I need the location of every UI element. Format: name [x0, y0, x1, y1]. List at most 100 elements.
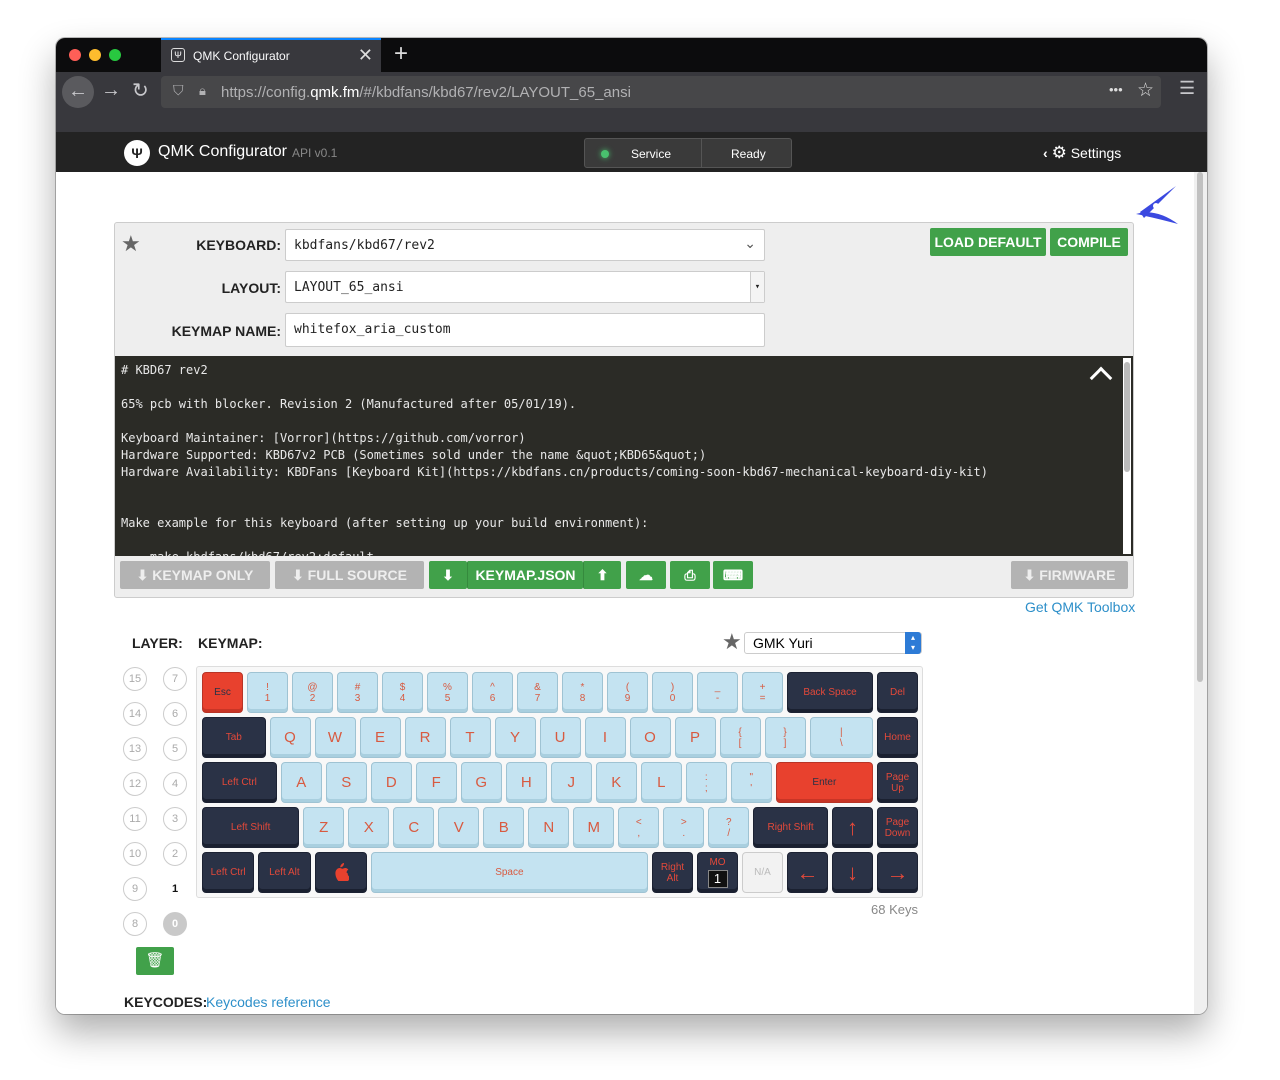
key-b-3-5[interactable]: B	[483, 807, 525, 848]
hamburger-menu-icon[interactable]: ☰	[1179, 78, 1195, 99]
key-e-1-3[interactable]: E	[359, 717, 401, 758]
import-keymap-json-button[interactable]: ⬆	[583, 561, 621, 589]
bookmark-star-icon[interactable]: ☆	[1137, 79, 1154, 102]
key--1-11[interactable]: {[	[719, 717, 761, 758]
compile-button[interactable]: COMPILE	[1050, 228, 1128, 256]
key-o-1-9[interactable]: O	[629, 717, 671, 758]
key--1-12[interactable]: }]	[764, 717, 806, 758]
key--0-12[interactable]: + =	[742, 672, 783, 713]
layer-2-button[interactable]: 2	[163, 842, 187, 866]
tab-qmk-configurator[interactable]: Ψ QMK Configurator ✕	[161, 38, 381, 72]
key-p-1-10[interactable]: P	[674, 717, 716, 758]
key-h-2-6[interactable]: H	[505, 762, 547, 803]
key-right-shift-3-11[interactable]: Right Shift	[753, 807, 828, 848]
key-q-1-1[interactable]: Q	[269, 717, 311, 758]
key-back-space-0-13[interactable]: Back Space	[787, 672, 873, 713]
page-scrollbar-thumb[interactable]	[1197, 172, 1203, 682]
key--4-9[interactable]: →	[877, 852, 918, 893]
clear-layer-trash-button[interactable]: 🗑︎	[136, 947, 174, 975]
key--3-12[interactable]: ↑	[832, 807, 873, 848]
key-5-0-5[interactable]: % 5	[427, 672, 468, 713]
download-keymap-only-button[interactable]: ⬇ KEYMAP ONLY	[120, 561, 270, 589]
layer-14-button[interactable]: 14	[123, 702, 147, 726]
layout-select[interactable]: LAYOUT_65_ansi ▾	[285, 271, 765, 303]
key-j-2-7[interactable]: J	[550, 762, 592, 803]
layer-10-button[interactable]: 10	[123, 842, 147, 866]
key-u-1-7[interactable]: U	[539, 717, 581, 758]
close-tab-icon[interactable]: ✕	[358, 45, 373, 66]
layer-9-button[interactable]: 9	[123, 877, 147, 901]
key-9-0-9[interactable]: (9	[607, 672, 648, 713]
key-3-0-3[interactable]: #3	[337, 672, 378, 713]
zoom-window-button[interactable]	[109, 49, 121, 61]
key-enter-2-12[interactable]: Enter	[775, 762, 873, 803]
key--3-10[interactable]: ? /	[708, 807, 750, 848]
layer-12-button[interactable]: 12	[123, 772, 147, 796]
collapse-readme-chevron-up-icon[interactable]	[1089, 366, 1113, 390]
layer-6-button[interactable]: 6	[163, 702, 187, 726]
load-default-button[interactable]: LOAD DEFAULT	[930, 228, 1046, 256]
key-y-1-6[interactable]: Y	[494, 717, 536, 758]
key-7-0-7[interactable]: & 7	[517, 672, 558, 713]
key-n-a-4-6[interactable]: N/A	[742, 852, 783, 893]
key-left-alt-4-1[interactable]: Left Alt	[258, 852, 311, 893]
key-home-1-14[interactable]: Home	[877, 717, 918, 758]
layer-0-button[interactable]: 0	[163, 912, 187, 936]
key-v-3-4[interactable]: V	[438, 807, 480, 848]
keyboard-select[interactable]: kbdfans/kbd67/rev2 ⌄	[285, 229, 765, 261]
layer-11-button[interactable]: 11	[123, 807, 147, 831]
layer-15-button[interactable]: 15	[123, 667, 147, 691]
colorway-select[interactable]: GMK Yuri ▴ ▾	[744, 632, 922, 654]
download-firmware-button[interactable]: ⬇ FIRMWARE	[1011, 561, 1128, 589]
url-bar[interactable]: ⛉ 🔒︎ https://config.qmk.fm/#/kbdfans/kbd…	[161, 76, 1161, 108]
reload-button[interactable]: ↻	[132, 78, 149, 103]
export-keymap-json-button[interactable]: ⬇	[429, 561, 467, 589]
key--3-9[interactable]: >.	[663, 807, 705, 848]
key-1-0-1[interactable]: ! 1	[247, 672, 288, 713]
import-from-cloud-button[interactable]: ☁	[626, 561, 666, 589]
key-left-ctrl-2-0[interactable]: Left Ctrl	[202, 762, 277, 803]
test-keyboard-button[interactable]: ⌨	[713, 561, 753, 589]
key-page-down-3-13[interactable]: Page Down	[877, 807, 918, 848]
key-l-2-9[interactable]: L	[640, 762, 682, 803]
mo-layer-input[interactable]: 1	[707, 870, 728, 888]
key-w-1-2[interactable]: W	[314, 717, 356, 758]
key--2-10[interactable]: :;	[685, 762, 727, 803]
key--3-8[interactable]: <,	[618, 807, 660, 848]
key-a-2-1[interactable]: A	[280, 762, 322, 803]
key-d-2-3[interactable]: D	[370, 762, 412, 803]
key-f-2-4[interactable]: F	[415, 762, 457, 803]
shield-icon[interactable]: ⛉	[173, 82, 184, 99]
key-0-0-10[interactable]: ) 0	[652, 672, 693, 713]
key-6-0-6[interactable]: ^ 6	[472, 672, 513, 713]
key-x-3-2[interactable]: X	[348, 807, 390, 848]
key-z-3-1[interactable]: Z	[303, 807, 345, 848]
key--1-13[interactable]: | \	[809, 717, 873, 758]
key--4-8[interactable]: ↓	[832, 852, 873, 893]
keycodes-reference-link[interactable]: Keycodes reference	[206, 994, 331, 1010]
key-r-1-4[interactable]: R	[404, 717, 446, 758]
keymap-name-input[interactable]: whitefox_aria_custom	[285, 313, 765, 347]
key-s-2-2[interactable]: S	[325, 762, 367, 803]
get-qmk-toolbox-link[interactable]: Get QMK Toolbox	[1025, 599, 1135, 615]
key--2-11[interactable]: " '	[730, 762, 772, 803]
key-n-3-6[interactable]: N	[528, 807, 570, 848]
key-right-alt-4-4[interactable]: Right Alt	[652, 852, 693, 893]
favorite-color-theme-star-icon[interactable]: ★	[722, 629, 742, 655]
layer-3-button[interactable]: 3	[163, 807, 187, 831]
forward-button[interactable]: →	[101, 79, 121, 102]
favorite-keyboard-star-icon[interactable]: ★	[121, 231, 141, 257]
layer-5-button[interactable]: 5	[163, 737, 187, 761]
page-scrollbar[interactable]	[1194, 172, 1207, 1014]
key-space-4-3[interactable]: Space	[370, 852, 648, 893]
download-full-source-button[interactable]: ⬇ FULL SOURCE	[275, 561, 424, 589]
key-left-shift-3-0[interactable]: Left Shift	[202, 807, 300, 848]
layer-7-button[interactable]: 7	[163, 667, 187, 691]
key-esc-0-0[interactable]: Esc	[202, 672, 243, 713]
layer-8-button[interactable]: 8	[123, 912, 147, 936]
key-del-0-14[interactable]: Del	[877, 672, 918, 713]
key-tab-1-0[interactable]: Tab	[202, 717, 266, 758]
minimize-window-button[interactable]	[89, 49, 101, 61]
close-window-button[interactable]	[69, 49, 81, 61]
key-2-0-2[interactable]: @2	[292, 672, 333, 713]
